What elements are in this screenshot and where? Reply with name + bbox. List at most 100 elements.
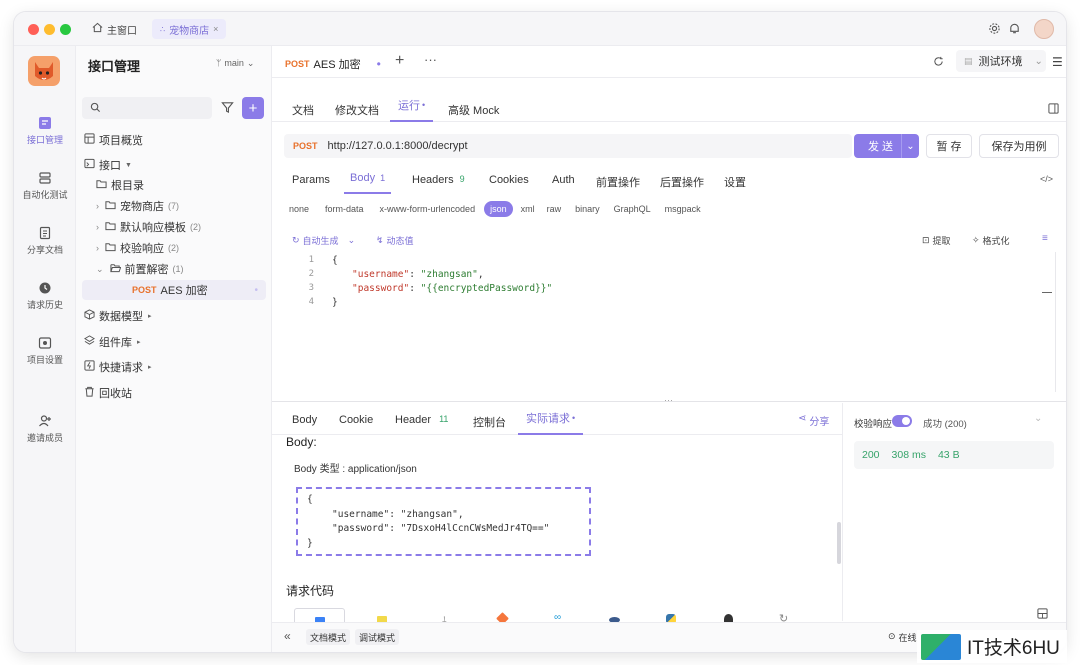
tab-response-body[interactable]: Body bbox=[292, 414, 317, 426]
tree-item-api-label: 接口 bbox=[99, 160, 121, 172]
debug-mode-button[interactable]: 调试模式 bbox=[355, 629, 400, 645]
rail-item-history[interactable]: 请求历史 bbox=[14, 281, 76, 311]
environment-select[interactable]: ▤ 测试环境 ⌄ bbox=[956, 50, 1046, 72]
rail-item-api[interactable]: 接口管理 bbox=[14, 116, 76, 146]
maximize-window-button[interactable] bbox=[60, 24, 71, 35]
environment-label: 测试环境 bbox=[978, 56, 1023, 68]
tab-console[interactable]: 控制台 bbox=[473, 414, 506, 430]
avatar[interactable] bbox=[1034, 19, 1054, 39]
tab-edit-doc[interactable]: 修改文档 bbox=[335, 102, 379, 118]
tab-pre-ops[interactable]: 前置操作 bbox=[596, 174, 640, 190]
tab-headers[interactable]: Headers 9 bbox=[412, 174, 465, 186]
gear-icon[interactable] bbox=[988, 22, 1001, 38]
tab-settings[interactable]: 设置 bbox=[724, 174, 746, 190]
tab-post-ops[interactable]: 后置操作 bbox=[660, 174, 704, 190]
body-type-graphql[interactable]: GraphQL bbox=[608, 201, 657, 217]
tree-item-aes[interactable]: POST AES 加密 • bbox=[82, 280, 266, 300]
tab-run[interactable]: 运行 • bbox=[390, 90, 434, 122]
tree-item-check[interactable]: › 校验响应 (2) bbox=[96, 238, 292, 258]
wand-icon: ↯ bbox=[376, 234, 384, 245]
tab-params[interactable]: Params bbox=[292, 174, 330, 186]
url-input[interactable]: http://127.0.0.1:8000/decrypt bbox=[328, 140, 468, 152]
format-button[interactable]: ✧ 格式化 bbox=[972, 231, 1010, 249]
body-type-form-data[interactable]: form-data bbox=[319, 201, 370, 217]
tab-doc[interactable]: 文档 bbox=[292, 102, 314, 118]
dynamic-value-button[interactable]: ↯ 动态值 bbox=[376, 231, 414, 249]
refresh-icon[interactable] bbox=[933, 56, 944, 70]
new-tab-button[interactable]: + bbox=[395, 52, 404, 70]
body-type-urlencoded[interactable]: x-www-form-urlencoded bbox=[374, 201, 482, 217]
share-button[interactable]: ⋖ 分享 bbox=[798, 413, 829, 428]
body-type-xml[interactable]: xml bbox=[515, 201, 541, 217]
tab-project[interactable]: ∴ 宠物商店 × bbox=[152, 19, 227, 39]
tree-item-quick[interactable]: 快捷请求 ▸ bbox=[84, 357, 280, 377]
body-type-json[interactable]: json bbox=[484, 201, 513, 217]
rail-item-autotest[interactable]: 自动化测试 bbox=[14, 171, 76, 201]
cube-icon bbox=[84, 309, 95, 323]
caret-right-icon: ▸ bbox=[148, 364, 152, 371]
tab-body[interactable]: Body 1 bbox=[344, 164, 392, 194]
save-button[interactable]: 暂 存 bbox=[926, 134, 972, 158]
close-window-button[interactable] bbox=[28, 24, 39, 35]
save-as-case-button[interactable]: 保存为用例 bbox=[979, 134, 1059, 158]
body-type-none[interactable]: none bbox=[284, 201, 314, 217]
rail-item-share[interactable]: 分享文档 bbox=[14, 226, 76, 256]
panel-toggle-icon[interactable] bbox=[1048, 103, 1059, 117]
branch-selector[interactable]: ᛘ main ⌄ bbox=[216, 58, 254, 69]
code-line: "password": "{{encryptedPassword}}" bbox=[352, 283, 553, 294]
list-icon[interactable]: ≡ bbox=[1042, 233, 1048, 244]
tree-item-components[interactable]: 组件库 ▸ bbox=[84, 332, 280, 352]
scrollbar[interactable] bbox=[837, 522, 841, 564]
tab-auth[interactable]: Auth bbox=[552, 174, 575, 186]
validate-label: 校验响应 bbox=[854, 419, 893, 430]
actual-body-box: { "username": "zhangsan", "password": "7… bbox=[296, 487, 591, 556]
tab-actual-request[interactable]: 实际请求 • bbox=[518, 403, 584, 435]
menu-icon[interactable]: ☰ bbox=[1052, 55, 1063, 69]
url-bar[interactable]: POST http://127.0.0.1:8000/decrypt bbox=[284, 134, 852, 158]
paw-icon: ∴ bbox=[160, 24, 166, 34]
filter-icon[interactable] bbox=[221, 101, 234, 117]
tree-item-default-template[interactable]: › 默认响应模板 (2) bbox=[96, 217, 292, 237]
auto-generate-button[interactable]: ↻ 自动生成 ⌄ bbox=[292, 231, 355, 249]
tree-item-api[interactable]: 接口 ▼ bbox=[84, 155, 280, 175]
tree-item-pre-decrypt-count: (1) bbox=[172, 264, 184, 274]
tree-item-pre-decrypt[interactable]: ⌄ 前置解密 (1) bbox=[96, 259, 292, 279]
tab-response-cookie[interactable]: Cookie bbox=[339, 414, 373, 426]
extract-button[interactable]: ⊡ 提取 bbox=[922, 231, 951, 249]
code-icon[interactable]: </> bbox=[1040, 174, 1053, 184]
unsaved-dot-icon: • bbox=[376, 57, 381, 71]
tree-item-overview[interactable]: 项目概览 bbox=[84, 130, 280, 150]
tree-item-trash[interactable]: 回收站 bbox=[84, 383, 280, 403]
bell-icon[interactable] bbox=[1008, 22, 1021, 38]
tree-item-pet[interactable]: › 宠物商店 (7) bbox=[96, 196, 292, 216]
rail-item-invite[interactable]: 邀请成员 bbox=[14, 414, 76, 444]
tab-cookies[interactable]: Cookies bbox=[489, 174, 529, 186]
close-tab-icon[interactable]: × bbox=[213, 24, 218, 34]
chevron-down-icon[interactable]: ⌄ bbox=[1034, 413, 1042, 424]
body-type-binary[interactable]: binary bbox=[569, 201, 606, 217]
validate-toggle[interactable] bbox=[892, 415, 912, 427]
tree-search-input[interactable] bbox=[82, 97, 212, 119]
method-select[interactable]: POST bbox=[293, 141, 318, 151]
collapse-icon[interactable]: « bbox=[284, 629, 291, 643]
body-type-raw[interactable]: raw bbox=[541, 201, 568, 217]
layout-icon[interactable] bbox=[1037, 608, 1048, 622]
add-button[interactable]: + bbox=[242, 97, 264, 119]
tab-advanced-mock[interactable]: 高级 Mock bbox=[448, 102, 499, 118]
body-type-msgpack[interactable]: msgpack bbox=[659, 201, 707, 217]
request-tab-aes[interactable]: POST AES 加密 • bbox=[285, 56, 381, 72]
minimize-window-button[interactable] bbox=[44, 24, 55, 35]
doc-mode-button[interactable]: 文档模式 bbox=[306, 629, 351, 645]
tab-response-header[interactable]: Header 11 bbox=[395, 414, 448, 426]
json-key: "username" bbox=[352, 269, 410, 280]
auto-generate-label: 自动生成 bbox=[302, 235, 339, 246]
tab-home[interactable]: 主窗口 bbox=[92, 19, 137, 39]
status-divider bbox=[842, 403, 843, 621]
body-code-editor[interactable]: 1 2 3 4 { "username": "zhangsan", "passw… bbox=[284, 252, 1056, 392]
tree-item-root[interactable]: 根目录 bbox=[96, 175, 292, 195]
send-button[interactable]: 发 送 ⌄ bbox=[854, 134, 919, 158]
line-number: 2 bbox=[308, 269, 314, 279]
more-icon[interactable]: ··· bbox=[424, 52, 437, 67]
rail-item-settings[interactable]: 项目设置 bbox=[14, 336, 76, 366]
tree-item-models[interactable]: 数据模型 ▸ bbox=[84, 306, 280, 326]
